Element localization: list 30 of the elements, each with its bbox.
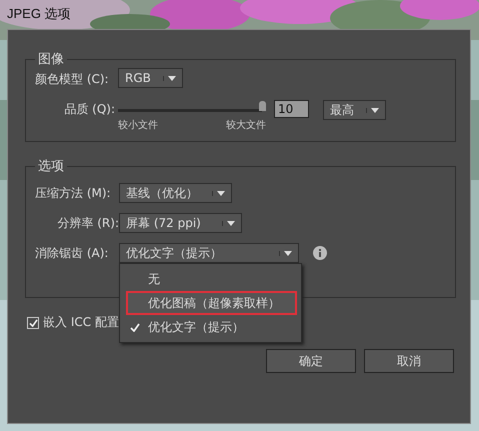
checkbox-label: 嵌入 ICC 配置	[43, 314, 119, 331]
menu-item[interactable]: 无	[126, 267, 297, 291]
menu-item[interactable]: 优化图稿（超像素取样）	[126, 291, 297, 315]
slider-max-label: 较大文件	[226, 118, 266, 132]
group-title: 选项	[37, 158, 65, 175]
menu-item[interactable]: 优化文字（提示）	[126, 315, 297, 339]
option-select[interactable]: 优化文字（提示）	[119, 243, 299, 263]
quality-input[interactable]: 10	[274, 100, 309, 118]
caret-icon	[366, 108, 379, 112]
field-label: 颜色模型 (C):	[35, 70, 110, 88]
group-title: 图像	[37, 51, 65, 68]
option-select[interactable]: 屏幕 (72 ppi)	[119, 213, 242, 233]
window-title: JPEG 选项	[7, 5, 71, 23]
slider-min-label: 较小文件	[118, 118, 158, 132]
caret-icon	[212, 190, 225, 196]
checkbox[interactable]	[27, 316, 39, 328]
caret-icon	[279, 250, 292, 256]
option-select[interactable]: 基线（优化）	[119, 183, 232, 203]
field-label: 品质 (Q):	[63, 101, 116, 118]
info-icon[interactable]	[313, 246, 327, 260]
quality-preset-select[interactable]: 最高	[323, 100, 386, 120]
color-mode-select[interactable]: RGB	[118, 68, 183, 88]
field-label: 消除锯齿 (A):	[35, 244, 110, 262]
caret-icon	[163, 76, 176, 80]
dialog-button[interactable]: 取消	[364, 349, 454, 373]
field-label: 分辨率 (R):	[56, 214, 119, 232]
quality-slider[interactable]	[118, 101, 266, 112]
dialog-button[interactable]: 确定	[266, 349, 356, 373]
field-label: 压缩方法 (M):	[35, 184, 112, 202]
caret-icon	[222, 220, 235, 226]
